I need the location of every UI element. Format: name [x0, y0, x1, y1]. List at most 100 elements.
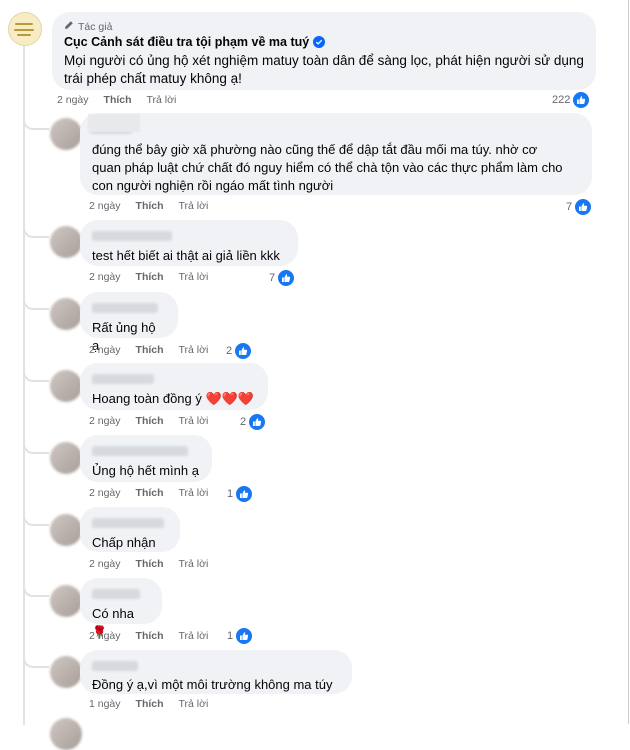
avatar[interactable] — [50, 514, 82, 546]
reaction-count[interactable]: 7 — [566, 198, 593, 216]
heart-emoji: ❤️❤️❤️ — [205, 391, 255, 406]
like-button[interactable]: Thích — [136, 558, 164, 570]
avatar[interactable] — [50, 118, 82, 150]
post-author-name[interactable]: Cục Cảnh sát điều tra tội phạm về ma tuý — [64, 35, 309, 49]
like-button[interactable]: Thích — [136, 200, 164, 212]
thread-line — [23, 45, 25, 725]
like-button[interactable]: Thích — [136, 487, 164, 499]
post-text: Mọi người có ủng hộ xét nghiệm matuy toà… — [64, 52, 584, 88]
reply-button[interactable]: Trả lời — [179, 487, 209, 499]
reply-button[interactable]: Trả lời — [179, 200, 209, 212]
comment-bubble: Chấp nhận — [80, 507, 180, 552]
comment-time[interactable]: 1 ngày — [89, 698, 121, 710]
thread-branch — [23, 114, 49, 130]
thumbs-up-icon — [277, 269, 296, 287]
logo-line — [17, 34, 31, 36]
post-bubble: Tác giả Cục Cảnh sát điều tra tội phạm v… — [52, 12, 596, 90]
comment-bubble: Hoang toàn đồng ý ❤️❤️❤️ — [80, 363, 268, 410]
commenter-name[interactable] — [92, 446, 188, 456]
like-button[interactable]: Thích — [136, 698, 164, 710]
like-button[interactable]: Thích — [104, 94, 132, 106]
commenter-name[interactable] — [92, 231, 172, 241]
reaction-count[interactable]: 1 — [227, 627, 254, 645]
comment-bubble: Rất ủng hộ ạ — [80, 292, 178, 353]
post-time[interactable]: 2 ngày — [57, 94, 89, 106]
comment-time[interactable]: 2 ngày — [89, 271, 121, 283]
reaction-number: 7 — [566, 201, 573, 213]
thread-branch — [23, 294, 49, 310]
reply-button[interactable]: Trả lời — [179, 558, 209, 570]
reaction-number: 1 — [227, 630, 234, 642]
post-text-line: trái phép chất matuy không ạ! — [64, 71, 242, 86]
reaction-count[interactable]: 2 — [226, 342, 253, 360]
comment-bubble: Ủng hộ hết mình ạ — [80, 435, 212, 482]
comment-actions: 2 ngày Thích Trả lời — [89, 630, 208, 642]
commenter-name[interactable] — [92, 303, 158, 313]
comment-actions: 2 ngày Thích Trả lời — [89, 344, 208, 356]
avatar[interactable] — [50, 226, 82, 258]
author-tag: Tác giả — [64, 20, 584, 33]
avatar[interactable] — [50, 298, 82, 330]
page-avatar[interactable] — [8, 12, 42, 46]
thread-branch — [23, 652, 49, 668]
comment-bubble: Đồng ý ạ,vì một môi trường không ma túy — [80, 650, 352, 694]
reply-button[interactable]: Trả lời — [147, 94, 177, 106]
reaction-number: 2 — [240, 416, 247, 428]
avatar[interactable] — [50, 442, 82, 474]
commenter-name[interactable] — [92, 374, 154, 384]
comment-time[interactable]: 2 ngày — [89, 415, 121, 427]
reply-button[interactable]: Trả lời — [179, 698, 209, 710]
reaction-number: 1 — [227, 488, 234, 500]
logo-line — [15, 23, 33, 25]
thumbs-up-icon — [235, 627, 254, 645]
comment-actions: 2 ngày Thích Trả lời — [89, 200, 208, 212]
comment-line: Có nha — [92, 606, 134, 621]
commenter-name[interactable] — [92, 589, 140, 599]
reply-button[interactable]: Trả lời — [179, 630, 209, 642]
comment-actions: 2 ngày Thích Trả lời — [89, 487, 208, 499]
comment-text: test hết biết ai thật ai giả liền kkk — [92, 248, 280, 263]
commenter-name[interactable] — [92, 518, 164, 528]
avatar[interactable] — [50, 370, 82, 402]
like-button[interactable]: Thích — [136, 271, 164, 283]
comment-time[interactable]: 2 ngày — [89, 344, 121, 356]
comment-thread: Tác giả Cục Cảnh sát điều tra tội phạm v… — [0, 0, 629, 750]
reply-button[interactable]: Trả lời — [179, 271, 209, 283]
comment-actions: 2 ngày Thích Trả lời — [89, 558, 208, 570]
comment-time[interactable]: 2 ngày — [89, 558, 121, 570]
comment-text: đúng thể bây giờ xã phường nào cũng thế … — [92, 141, 580, 195]
thumbs-up-icon — [572, 91, 591, 109]
author-tag-label: Tác giả — [78, 20, 113, 33]
like-button[interactable]: Thích — [136, 344, 164, 356]
thread-branch — [23, 366, 49, 382]
reaction-count[interactable]: 7 — [269, 269, 296, 287]
reply-button[interactable]: Trả lời — [179, 415, 209, 427]
thread-branch — [23, 510, 49, 526]
reaction-number: 2 — [226, 345, 233, 357]
thumbs-up-icon — [574, 198, 593, 216]
avatar[interactable] — [50, 656, 82, 688]
comment-bubble: đúng thể bây giờ xã phường nào cũng thế … — [80, 113, 592, 195]
reaction-number: 7 — [269, 272, 276, 284]
comment-time[interactable]: 2 ngày — [89, 630, 121, 642]
comment-time[interactable]: 2 ngày — [89, 200, 121, 212]
reaction-count[interactable]: 2 — [240, 413, 267, 431]
thread-branch — [23, 222, 49, 238]
like-button[interactable]: Thích — [136, 630, 164, 642]
avatar[interactable] — [50, 585, 82, 617]
comment-time[interactable]: 2 ngày — [89, 487, 121, 499]
like-button[interactable]: Thích — [136, 415, 164, 427]
comment-actions: 2 ngày Thích Trả lời — [89, 271, 208, 283]
comment-actions: 2 ngày Thích Trả lời — [89, 415, 208, 427]
comment-text: Chấp nhận — [92, 535, 156, 550]
reaction-count[interactable]: 1 — [227, 485, 254, 503]
comment-text: Hoang toàn đồng ý ❤️❤️❤️ — [92, 390, 256, 408]
avatar[interactable] — [50, 718, 82, 750]
reaction-number: 222 — [552, 94, 571, 106]
reaction-count[interactable]: 222 — [552, 91, 591, 109]
comment-line: Hoang toàn đồng ý — [92, 391, 202, 406]
post-author[interactable]: Cục Cảnh sát điều tra tội phạm về ma tuý — [64, 35, 584, 49]
commenter-name[interactable] — [92, 661, 138, 671]
comment-text: Đồng ý ạ,vì một môi trường không ma túy — [92, 677, 333, 692]
reply-button[interactable]: Trả lời — [179, 344, 209, 356]
